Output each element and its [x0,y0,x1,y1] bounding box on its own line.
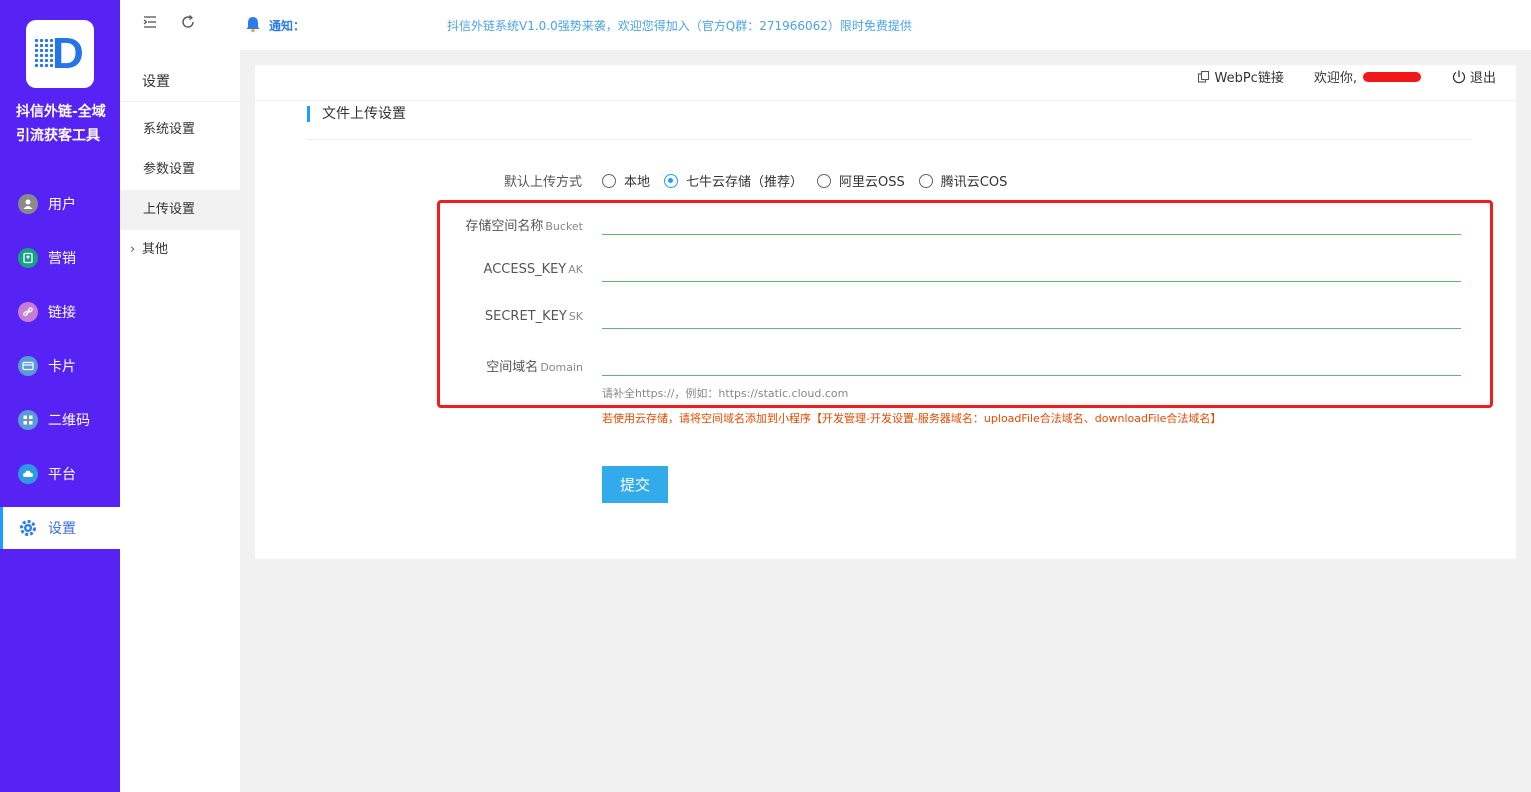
radio-aliyun-oss[interactable]: 阿里云OSS [817,171,905,190]
radio-tencent-cos[interactable]: 腾讯云COS [918,171,1008,190]
section-title: 文件上传设置 [307,106,406,122]
gear-icon [18,518,38,538]
submenu-item-other[interactable]: › 其他 [120,230,240,270]
submenu-item-upload[interactable]: 上传设置 [120,190,240,230]
qrcode-icon [18,410,38,430]
upload-method-radio-group: 本地 七牛云存储（推荐） 阿里云OSS 腾讯云COS [602,171,1021,190]
radio-label: 本地 [624,175,651,190]
logout-button[interactable]: 退出 [1451,67,1496,86]
bell-icon [244,15,262,33]
welcome-label: 欢迎你, [1313,71,1357,86]
card-icon [18,356,38,376]
notice-bar: 通知： 抖信外链系统V1.0.0强势来袭，欢迎您得加入（官方Q群：2719660… [240,0,1531,50]
submenu-divider [120,101,240,102]
marketing-icon [18,248,38,268]
nav-label: 二维码 [48,413,90,429]
nav-item-platform[interactable]: 平台 [0,453,120,495]
webpc-link-label: WebPc链接 [1214,71,1284,86]
header-divider [255,100,1516,101]
settings-submenu: 设置 系统设置 参数设置 上传设置 › 其他 [120,0,240,792]
radio-label: 阿里云OSS [839,175,905,190]
app-logo: D [26,20,94,88]
notice-label: 通知： [269,19,306,33]
cloud-icon [18,464,38,484]
logo-letter: D [52,29,84,78]
radio-label: 腾讯云COS [940,175,1008,190]
radio-qiniu[interactable]: 七牛云存储（推荐） [664,171,803,190]
nav-label: 用户 [48,197,76,213]
logout-label: 退出 [1469,71,1496,86]
upload-method-label: 默认上传方式 [503,175,582,190]
cloud-storage-warning: 若使用云存储，请将空间域名添加到小程序【开发管理-开发设置-服务器域名：uplo… [602,412,1222,425]
nav-label: 营销 [48,251,76,267]
submenu-item-params[interactable]: 参数设置 [120,150,240,190]
nav-item-link[interactable]: 链接 [0,291,120,333]
radio-circle [602,173,616,188]
nav-label: 设置 [48,521,76,537]
chevron-right-icon: › [130,242,136,257]
link-icon [18,302,38,322]
radio-label: 七牛云存储（推荐） [686,175,804,190]
highlight-annotation-box [437,200,1493,408]
power-icon [1452,70,1466,83]
user-icon [18,194,38,214]
nav-item-marketing[interactable]: 营销 [0,237,120,279]
radio-circle [817,173,832,188]
top-toolbar [142,14,196,35]
refresh-icon[interactable] [180,14,196,35]
welcome-user: 欢迎你, [1314,67,1421,86]
radio-circle [664,173,679,188]
section-divider [307,139,1472,140]
nav-label: 平台 [48,467,76,483]
radio-circle [918,173,933,188]
user-bar: WebPc链接 欢迎你, 退出 [1167,67,1496,86]
webpc-link[interactable]: WebPc链接 [1197,67,1284,86]
nav-item-card[interactable]: 卡片 [0,345,120,387]
notice-marquee: 抖信外链系统V1.0.0强势来袭，欢迎您得加入（官方Q群：271966062）限… [447,19,912,33]
submenu-title: 设置 [142,74,170,90]
nav-item-user[interactable]: 用户 [0,183,120,225]
nav-item-settings[interactable]: 设置 [0,507,120,549]
menu-toggle-icon[interactable] [142,14,158,35]
submenu-other-label: 其他 [142,242,169,257]
main-sidebar: D 抖信外链-全域引流获客工具 用户 营销 链接 卡片 二维码 平台 设置 [0,0,120,792]
nav-label: 卡片 [48,359,76,375]
radio-local[interactable]: 本地 [602,171,650,190]
app-title: 抖信外链-全域引流获客工具 [16,104,106,144]
nav-item-qrcode[interactable]: 二维码 [0,399,120,441]
redacted-username [1362,71,1421,82]
submit-button[interactable]: 提交 [602,466,668,503]
nav-label: 链接 [48,305,76,321]
submenu-item-system[interactable]: 系统设置 [120,110,240,150]
copy-link-icon [1197,70,1209,83]
